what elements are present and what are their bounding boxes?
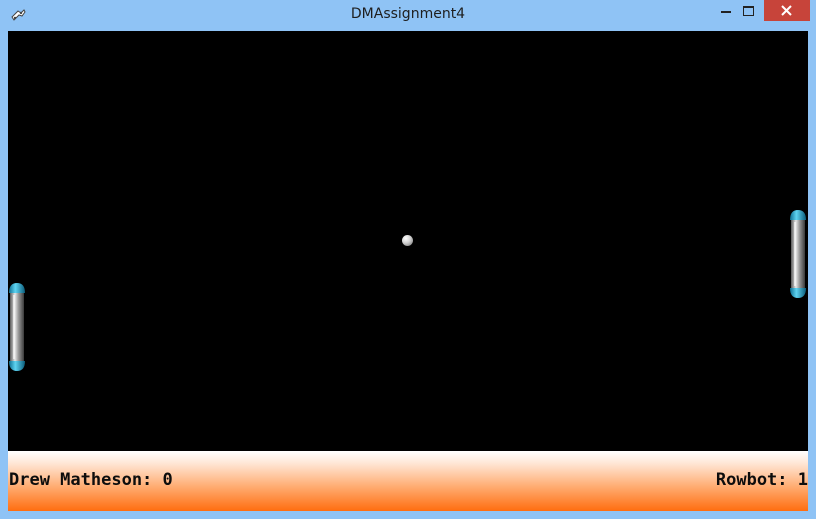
- player1-score: Drew Matheson: 0: [9, 470, 173, 490]
- close-button[interactable]: [764, 0, 810, 21]
- opponent-paddle: [790, 210, 806, 298]
- title-bar[interactable]: DMAssignment4: [0, 0, 816, 31]
- ball: [402, 235, 413, 246]
- window-title: DMAssignment4: [350, 6, 466, 22]
- close-icon: [781, 5, 792, 16]
- maximize-button[interactable]: [734, 0, 762, 21]
- scoreboard: Drew Matheson: 0 Rowbot: 1: [8, 451, 808, 511]
- game-window: DMAssignment4 Drew Matheson: 0 Rowbot: 1: [0, 0, 816, 519]
- player2-score: Rowbot: 1: [715, 470, 808, 490]
- player-paddle[interactable]: [8, 283, 26, 371]
- game-playfield[interactable]: [8, 31, 808, 451]
